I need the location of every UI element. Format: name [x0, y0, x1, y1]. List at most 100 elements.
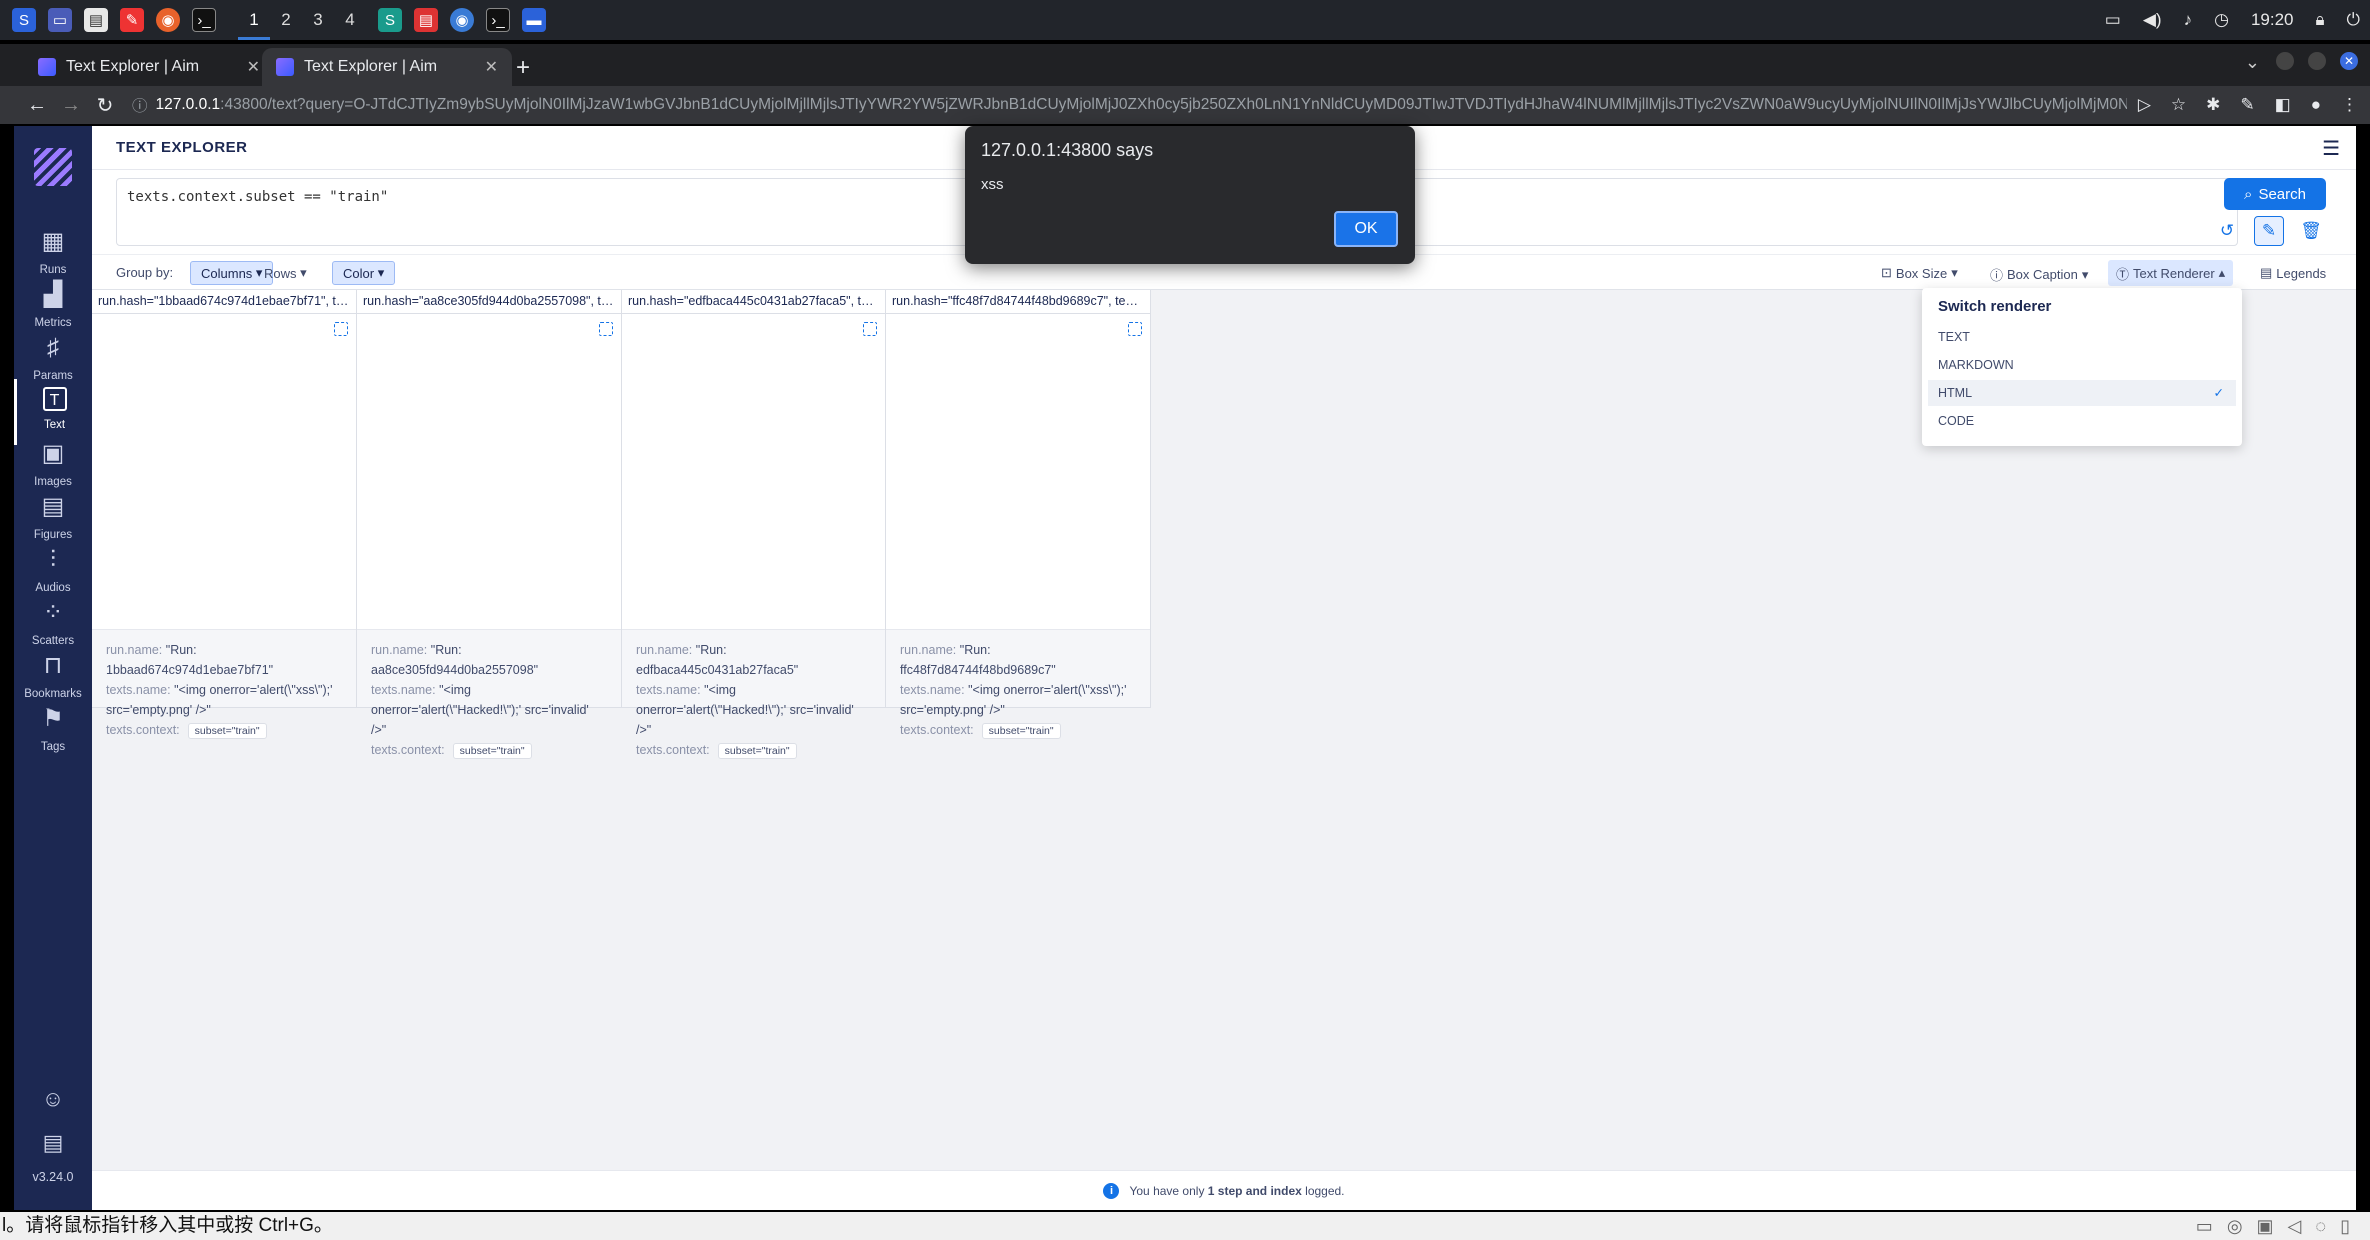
search-button[interactable]: ⌕ Search	[2224, 178, 2326, 210]
group-rows-button[interactable]: Rows ▾	[254, 261, 317, 285]
maximize-icon[interactable]	[2308, 52, 2326, 70]
caption-key: run.name:	[636, 643, 693, 657]
alert-ok-button[interactable]: OK	[1334, 211, 1398, 247]
page-title: TEXT EXPLORER	[116, 139, 248, 156]
workspace-2[interactable]: 2	[270, 0, 302, 40]
cell-caption: run.name: "Run: edfbaca445c0431ab27faca5…	[622, 629, 885, 759]
expand-icon[interactable]	[1128, 322, 1142, 336]
extension-icon[interactable]: ✎	[2240, 95, 2254, 115]
workspace-4[interactable]: 4	[334, 0, 366, 40]
delete-icon[interactable]: 🗑︎	[2296, 216, 2326, 246]
reload-icon[interactable]: ↻	[88, 93, 122, 118]
close-tab-icon[interactable]: ✕	[247, 57, 260, 77]
chrome-icon[interactable]: ◉	[450, 8, 474, 32]
extensions-icon[interactable]: ✱	[2206, 95, 2220, 115]
expand-icon[interactable]	[863, 322, 877, 336]
docs-icon[interactable]: ▤	[14, 1130, 92, 1156]
group-by-label: Group by:	[116, 265, 174, 280]
new-tab-icon[interactable]: +	[516, 54, 530, 82]
files-icon[interactable]: ▤	[84, 8, 108, 32]
box-size-button[interactable]: ⊡ Box Size ▾	[1881, 265, 1958, 281]
workspace-3[interactable]: 3	[302, 0, 334, 40]
renderer-option-markdown[interactable]: MARKDOWN	[1928, 352, 2236, 378]
option-label: MARKDOWN	[1938, 358, 2014, 372]
usb-icon[interactable]: ◌	[2315, 1212, 2326, 1240]
caption-key: texts.name:	[636, 683, 701, 697]
box-caption-button[interactable]: ⓘ Box Caption ▾	[1990, 265, 2088, 284]
lock-icon[interactable]: 🔒︎	[2316, 10, 2325, 30]
workspace-1[interactable]: 1	[238, 0, 270, 40]
profile-icon[interactable]: ●	[2311, 95, 2321, 115]
browser-tab-1[interactable]: Text Explorer | Aim ✕	[24, 48, 274, 86]
vm-panel-icon[interactable]: ▯	[2340, 1212, 2350, 1240]
caret-down-icon: ▾	[1951, 265, 1958, 280]
power-icon[interactable]: ⏻	[2347, 10, 2360, 30]
renderer-option-text[interactable]: TEXT	[1928, 324, 2236, 350]
box-size-label: Box Size	[1895, 265, 1948, 281]
folder-icon[interactable]: ▬	[522, 8, 546, 32]
info-circle-icon: ⓘ	[1990, 268, 2004, 283]
browser-tab-2[interactable]: Text Explorer | Aim ✕	[262, 48, 512, 86]
renderer-option-code[interactable]: CODE	[1928, 408, 2236, 434]
bookmark-star-icon[interactable]: ☆	[2171, 95, 2186, 115]
close-tab-icon[interactable]: ✕	[485, 57, 498, 77]
box-caption-label: Box Caption	[2007, 267, 2078, 282]
app-icon[interactable]: S	[378, 8, 402, 32]
group-columns-label: Columns	[201, 265, 253, 281]
menu-icon[interactable]: ☰	[2322, 136, 2340, 161]
browser-toolbar: ← → ↻ ⓘ 127.0.0.1:43800/text?query=O-JTd…	[0, 86, 2370, 124]
address-bar[interactable]: ⓘ 127.0.0.1:43800/text?query=O-JTdCJTIyZ…	[122, 90, 2127, 120]
alert-dialog: 127.0.0.1:43800 says xss OK	[965, 126, 1415, 264]
edit-icon[interactable]: ✎	[2254, 216, 2284, 246]
renderer-option-html[interactable]: HTML ✓	[1928, 380, 2236, 406]
forward-icon[interactable]: →	[54, 94, 88, 117]
text-renderer-button[interactable]: Ⓣ Text Renderer ▴	[2108, 260, 2234, 286]
browser-menu-icon[interactable]: ⋮	[2341, 95, 2358, 115]
aim-favicon-icon	[38, 58, 56, 76]
sidebar-item-label: Tags	[40, 741, 66, 753]
tab-title: Text Explorer | Aim	[304, 58, 438, 75]
option-label: TEXT	[1938, 330, 1970, 344]
expand-icon[interactable]	[599, 322, 613, 336]
editor-icon[interactable]: ✎	[120, 8, 144, 32]
expand-icon[interactable]	[334, 322, 348, 336]
send-icon[interactable]: ▷	[2138, 95, 2151, 115]
caret-down-icon: ▾	[2081, 266, 2089, 282]
check-icon: ✓	[2213, 386, 2224, 400]
firefox-icon[interactable]: ◉	[156, 8, 180, 32]
caption-key: texts.context:	[371, 743, 445, 757]
network-icon[interactable]: ◎	[2227, 1212, 2243, 1240]
option-label: CODE	[1938, 414, 1975, 428]
browser-tabstrip: Text Explorer | Aim ✕ Text Explorer | Ai…	[0, 44, 2370, 86]
aim-logo-icon[interactable]	[34, 148, 72, 186]
text-cell: run.name: "Run: edfbaca445c0431ab27faca5…	[622, 314, 886, 759]
text-renderer-label: Text Renderer	[2133, 265, 2215, 281]
disk-icon[interactable]: ▭	[2196, 1212, 2213, 1240]
minimize-icon[interactable]	[2276, 52, 2294, 70]
close-window-icon[interactable]: ✕	[2340, 52, 2358, 70]
sidebar-item-label: Text	[43, 419, 66, 431]
os-taskbar: S ▭ ▤ ✎ ◉ ›_ 1 2 3 4 S ▤ ◉ ›_ ▬ ▭ ◀) ♪ ◷…	[0, 0, 2370, 40]
scatter-icon: ⁘	[42, 599, 64, 626]
sidepanel-icon[interactable]: ◧	[2275, 95, 2291, 115]
tab-search-icon[interactable]: ⌄	[2245, 52, 2260, 73]
terminal-icon[interactable]: ›_	[192, 8, 216, 32]
display-icon[interactable]: ▣	[2257, 1212, 2274, 1240]
os-menu-icon[interactable]: S	[12, 8, 36, 32]
group-color-button[interactable]: Color ▾	[332, 261, 396, 285]
sidebar-item-tags[interactable]: ⚑ Tags	[14, 697, 92, 763]
sound-icon[interactable]: ◁	[2288, 1212, 2302, 1240]
site-info-icon[interactable]: ⓘ	[132, 94, 148, 116]
discord-icon[interactable]: ☺	[14, 1086, 92, 1112]
option-label: HTML	[1938, 386, 1973, 400]
desktop-icon[interactable]: ▭	[48, 8, 72, 32]
legends-button[interactable]: ▤ Legends	[2260, 265, 2326, 281]
back-icon[interactable]: ←	[20, 94, 54, 117]
reset-icon[interactable]: ↺	[2212, 216, 2242, 246]
terminal2-icon[interactable]: ›_	[486, 8, 510, 32]
bell-icon[interactable]: ♪	[2184, 10, 2193, 30]
display-icon[interactable]: ▭	[2105, 10, 2121, 30]
pdf-icon[interactable]: ▤	[414, 8, 438, 32]
status-bold: 1 step and index	[1207, 1183, 1302, 1198]
volume-icon[interactable]: ◀)	[2143, 10, 2162, 30]
